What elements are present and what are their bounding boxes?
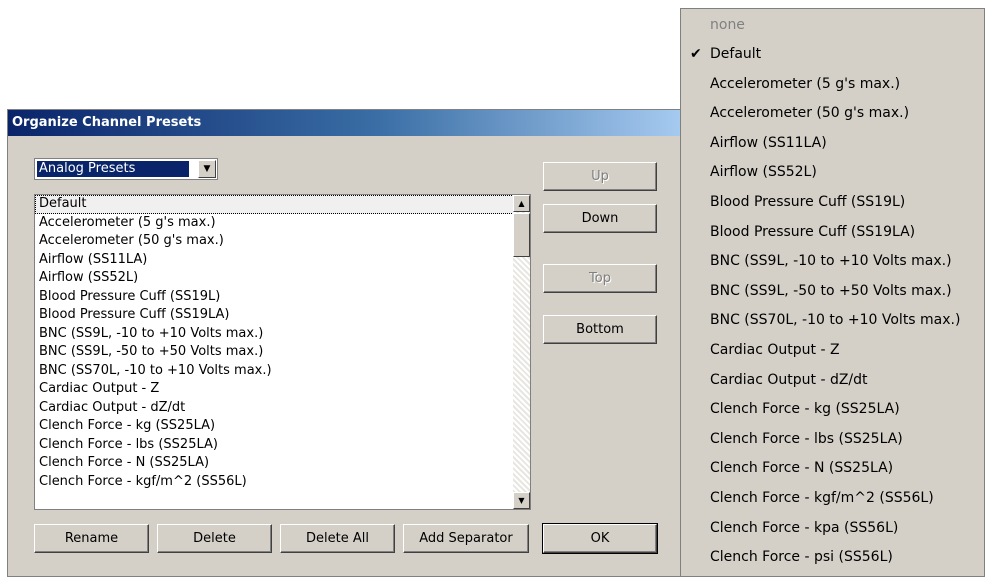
list-item[interactable]: BNC (SS70L, -10 to +10 Volts max.) bbox=[35, 362, 530, 381]
menu-item-label: Clench Force - lbs (SS25LA) bbox=[710, 430, 903, 447]
menu-item[interactable]: Cardiac Output - dZ/dt bbox=[681, 366, 984, 395]
menu-item-label: Clench Force - N (SS25LA) bbox=[710, 460, 894, 477]
menu-item[interactable]: Airflow (SS11LA) bbox=[681, 129, 984, 158]
checkmark-icon: ✔ bbox=[690, 46, 702, 62]
ok-button[interactable]: OK bbox=[542, 523, 658, 554]
presets-list-items: Default Accelerometer (5 g's max.) Acceler… bbox=[35, 195, 530, 491]
bottom-button[interactable]: Bottom bbox=[543, 315, 657, 344]
menu-item-label: Accelerometer (5 g's max.) bbox=[710, 75, 901, 92]
menu-item-label: BNC (SS9L, -10 to +10 Volts max.) bbox=[710, 253, 952, 270]
chevron-down-icon[interactable]: ▼ bbox=[198, 160, 216, 178]
menu-item-label: Blood Pressure Cuff (SS19LA) bbox=[710, 223, 916, 240]
menu-item-label: Default bbox=[710, 46, 762, 62]
delete-button[interactable]: Delete bbox=[157, 524, 272, 553]
menu-item[interactable]: ✔ Default bbox=[681, 40, 984, 69]
list-item[interactable]: Clench Force - N (SS25LA) bbox=[35, 454, 530, 473]
list-item[interactable]: Default bbox=[35, 195, 530, 214]
menu-item[interactable]: Clench Force - kpa (SS56L) bbox=[681, 514, 984, 543]
preset-type-value: Analog Presets bbox=[37, 161, 189, 177]
menu-item-label: Blood Pressure Cuff (SS19L) bbox=[710, 194, 906, 210]
list-item[interactable]: Clench Force - kg (SS25LA) bbox=[35, 417, 530, 436]
organize-channel-presets-dialog: Organize Channel Presets Analog Presets … bbox=[7, 109, 682, 577]
menu-item-none: none bbox=[710, 17, 745, 33]
list-item[interactable]: Accelerometer (5 g's max.) bbox=[35, 214, 530, 233]
presets-scrollbar[interactable]: ▲ ▼ bbox=[513, 195, 530, 509]
delete-all-button[interactable]: Delete All bbox=[280, 524, 395, 553]
menu-item[interactable]: Clench Force - N (SS25LA) bbox=[681, 454, 984, 483]
menu-item[interactable]: Blood Pressure Cuff (SS19L) bbox=[681, 188, 984, 217]
list-item[interactable]: Airflow (SS52L) bbox=[35, 269, 530, 288]
menu-item[interactable]: Airflow (SS52L) bbox=[681, 158, 984, 187]
menu-item[interactable]: BNC (SS70L, -10 to +10 Volts max.) bbox=[681, 306, 984, 335]
menu-item[interactable]: Accelerometer (50 g's max.) bbox=[681, 99, 984, 128]
menu-item[interactable]: Clench Force - kgf/m^2 (SS56L) bbox=[681, 484, 984, 513]
presets-list[interactable]: Default Accelerometer (5 g's max.) Acceler… bbox=[34, 194, 531, 510]
menu-item[interactable]: Accelerometer (5 g's max.) bbox=[681, 70, 984, 99]
down-button[interactable]: Down bbox=[543, 204, 657, 233]
list-item[interactable]: BNC (SS9L, -10 to +10 Volts max.) bbox=[35, 325, 530, 344]
menu-item-label: BNC (SS9L, -50 to +50 Volts max.) bbox=[710, 282, 952, 299]
scrollbar-thumb[interactable] bbox=[513, 213, 530, 257]
menu-item-label: Airflow (SS11LA) bbox=[710, 134, 827, 151]
menu-item[interactable]: Blood Pressure Cuff (SS19LA) bbox=[681, 218, 984, 247]
list-item[interactable]: Blood Pressure Cuff (SS19LA) bbox=[35, 306, 530, 325]
menu-item-label: Airflow (SS52L) bbox=[710, 164, 817, 181]
dialog-title: Organize Channel Presets bbox=[8, 110, 681, 136]
preset-type-dropdown[interactable]: Analog Presets ▼ bbox=[34, 158, 218, 180]
menu-item-label: Cardiac Output - dZ/dt bbox=[710, 371, 868, 388]
list-item[interactable]: Clench Force - kgf/m^2 (SS56L) bbox=[35, 473, 530, 492]
top-button[interactable]: Top bbox=[543, 264, 657, 293]
list-item[interactable]: BNC (SS9L, -50 to +50 Volts max.) bbox=[35, 343, 530, 362]
list-item[interactable]: Clench Force - lbs (SS25LA) bbox=[35, 436, 530, 455]
menu-item[interactable]: BNC (SS9L, -10 to +10 Volts max.) bbox=[681, 247, 984, 276]
menu-item-label: Accelerometer (50 g's max.) bbox=[710, 105, 910, 122]
scroll-up-icon[interactable]: ▲ bbox=[513, 195, 530, 212]
menu-item[interactable]: BNC (SS9L, -50 to +50 Volts max.) bbox=[681, 277, 984, 306]
menu-item-label: Clench Force - kgf/m^2 (SS56L) bbox=[710, 490, 934, 506]
presets-dropdown-menu: none ✔ Default Accelerometer (5 g's max.) A… bbox=[680, 8, 985, 577]
list-item[interactable]: Airflow (SS11LA) bbox=[35, 251, 530, 270]
list-item[interactable]: Blood Pressure Cuff (SS19L) bbox=[35, 288, 530, 307]
menu-item-label: Clench Force - psi (SS56L) bbox=[710, 549, 893, 566]
menu-item-label: Clench Force - kg (SS25LA) bbox=[710, 401, 900, 418]
menu-item[interactable]: Clench Force - lbs (SS25LA) bbox=[681, 425, 984, 454]
add-separator-button[interactable]: Add Separator bbox=[403, 524, 529, 553]
list-item[interactable]: Cardiac Output - dZ/dt bbox=[35, 399, 530, 418]
up-button[interactable]: Up bbox=[543, 162, 657, 191]
list-item[interactable]: Cardiac Output - Z bbox=[35, 380, 530, 399]
menu-item-label: Clench Force - kpa (SS56L) bbox=[710, 519, 899, 536]
menu-item-label: Cardiac Output - Z bbox=[710, 342, 840, 358]
menu-item[interactable]: Cardiac Output - Z bbox=[681, 336, 984, 365]
menu-item-label: BNC (SS70L, -10 to +10 Volts max.) bbox=[710, 312, 961, 329]
menu-item[interactable]: Clench Force - kg (SS25LA) bbox=[681, 395, 984, 424]
scroll-down-icon[interactable]: ▼ bbox=[513, 492, 530, 509]
rename-button[interactable]: Rename bbox=[34, 524, 149, 553]
list-item[interactable]: Accelerometer (50 g's max.) bbox=[35, 232, 530, 251]
menu-item[interactable]: Clench Force - psi (SS56L) bbox=[681, 543, 984, 572]
